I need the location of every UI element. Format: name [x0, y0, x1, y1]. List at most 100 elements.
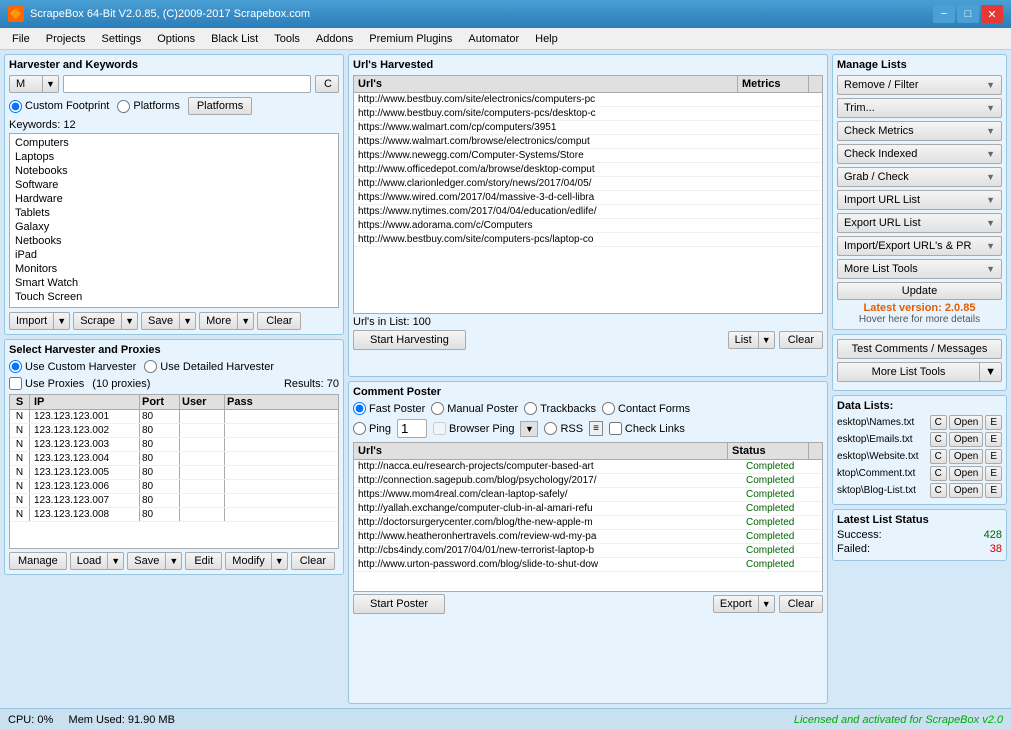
trackbacks-radio[interactable]: Trackbacks	[524, 402, 596, 415]
more-button-main[interactable]: More	[199, 312, 238, 330]
export-button-main[interactable]: Export	[713, 595, 759, 613]
more-list-tools-arrow[interactable]: ▼	[980, 362, 1002, 382]
save-proxies-button[interactable]: Save ▼	[127, 552, 182, 570]
url-row[interactable]: https://www.walmart.com/cp/computers/395…	[354, 121, 822, 135]
use-proxies-checkbox[interactable]: Use Proxies	[9, 377, 84, 390]
keyword-item[interactable]: Smart Watch	[12, 276, 336, 290]
manage-proxies-button[interactable]: Manage	[9, 552, 67, 570]
update-button[interactable]: Update	[837, 282, 1002, 300]
data-list-open-button[interactable]: Open	[949, 432, 983, 447]
remove-filter-button[interactable]: Remove / Filter▼	[837, 75, 1002, 95]
search-input[interactable]	[63, 75, 311, 93]
check-links-checkbox[interactable]: Check Links	[609, 422, 685, 435]
minimize-button[interactable]: −	[933, 5, 955, 23]
import-button-arrow[interactable]: ▼	[54, 312, 70, 330]
menu-help[interactable]: Help	[527, 31, 566, 47]
save-button[interactable]: Save ▼	[141, 312, 196, 330]
scrape-button-main[interactable]: Scrape	[73, 312, 122, 330]
export-button[interactable]: Export ▼	[713, 595, 775, 613]
keyword-item[interactable]: Laptops	[12, 150, 336, 164]
m-dropdown-main[interactable]: M	[9, 75, 43, 93]
more-button-arrow[interactable]: ▼	[238, 312, 254, 330]
menu-blacklist[interactable]: Black List	[203, 31, 266, 47]
save-proxies-main[interactable]: Save	[127, 552, 166, 570]
comment-url-row[interactable]: http://connection.sagepub.com/blog/psych…	[354, 474, 822, 488]
url-row[interactable]: https://www.newegg.com/Computer-Systems/…	[354, 149, 822, 163]
url-row[interactable]: http://www.clarionledger.com/story/news/…	[354, 177, 822, 191]
comment-url-row[interactable]: http://nacca.eu/research-projects/comput…	[354, 460, 822, 474]
menu-addons[interactable]: Addons	[308, 31, 361, 47]
clear-proxies-button[interactable]: Clear	[291, 552, 335, 570]
menu-options[interactable]: Options	[149, 31, 203, 47]
import-button-main[interactable]: Import	[9, 312, 54, 330]
ping-input[interactable]	[397, 419, 427, 438]
import-url-list-button[interactable]: Import URL List▼	[837, 190, 1002, 210]
m-dropdown[interactable]: M ▼	[9, 75, 59, 93]
save-button-arrow[interactable]: ▼	[180, 312, 196, 330]
url-row[interactable]: https://www.adorama.com/c/Computers	[354, 219, 822, 233]
keyword-item[interactable]: iPad	[12, 248, 336, 262]
keyword-item[interactable]: Galaxy	[12, 220, 336, 234]
url-row[interactable]: http://www.bestbuy.com/site/electronics/…	[354, 93, 822, 107]
keyword-item[interactable]: Software	[12, 178, 336, 192]
keyword-item[interactable]: Hardware	[12, 192, 336, 206]
keyword-item[interactable]: Netbooks	[12, 234, 336, 248]
keyword-item[interactable]: Notebooks	[12, 164, 336, 178]
check-metrics-button[interactable]: Check Metrics▼	[837, 121, 1002, 141]
data-list-e-button[interactable]: E	[985, 449, 1002, 464]
list-button-arrow[interactable]: ▼	[759, 331, 775, 349]
export-url-list-button[interactable]: Export URL List▼	[837, 213, 1002, 233]
export-button-arrow[interactable]: ▼	[759, 595, 775, 613]
comment-url-row[interactable]: http://doctorsurgerycenter.com/blog/the-…	[354, 516, 822, 530]
modify-proxies-button[interactable]: Modify ▼	[225, 552, 287, 570]
keyword-item[interactable]: Touch Screen	[12, 290, 336, 304]
data-list-open-button[interactable]: Open	[949, 483, 983, 498]
import-button[interactable]: Import ▼	[9, 312, 70, 330]
data-list-e-button[interactable]: E	[985, 415, 1002, 430]
clear-keywords-button[interactable]: Clear	[257, 312, 301, 330]
import-export-urls-button[interactable]: Import/Export URL's & PR▼	[837, 236, 1002, 256]
m-dropdown-arrow[interactable]: ▼	[43, 75, 59, 93]
maximize-button[interactable]: □	[957, 5, 979, 23]
url-list[interactable]: http://www.bestbuy.com/site/electronics/…	[354, 93, 822, 313]
data-list-c-button[interactable]: C	[930, 483, 947, 498]
more-list-tools-button[interactable]: More List Tools	[837, 362, 980, 382]
list-button[interactable]: List ▼	[728, 331, 775, 349]
modify-proxies-arrow[interactable]: ▼	[272, 552, 288, 570]
detailed-harvester-radio[interactable]: Use Detailed Harvester	[144, 360, 274, 373]
menu-projects[interactable]: Projects	[38, 31, 94, 47]
url-row[interactable]: http://www.bestbuy.com/site/computers-pc…	[354, 233, 822, 247]
load-proxies-main[interactable]: Load	[70, 552, 108, 570]
data-list-e-button[interactable]: E	[985, 483, 1002, 498]
comment-url-row[interactable]: http://cbs4indy.com/2017/04/01/new-terro…	[354, 544, 822, 558]
custom-footprint-radio[interactable]: Custom Footprint	[9, 100, 109, 113]
test-comments-button[interactable]: Test Comments / Messages	[837, 339, 1002, 359]
keyword-item[interactable]: Computers	[12, 136, 336, 150]
grab-check-button[interactable]: Grab / Check▼	[837, 167, 1002, 187]
keyword-item[interactable]: Monitors	[12, 262, 336, 276]
trim-button[interactable]: Trim...▼	[837, 98, 1002, 118]
rss-radio[interactable]: RSS	[544, 422, 583, 435]
start-harvesting-button[interactable]: Start Harvesting	[353, 330, 466, 350]
menu-automator[interactable]: Automator	[460, 31, 527, 47]
data-list-e-button[interactable]: E	[985, 432, 1002, 447]
ping-radio[interactable]: Ping	[353, 422, 391, 435]
data-list-c-button[interactable]: C	[930, 432, 947, 447]
c-button[interactable]: C	[315, 75, 339, 93]
load-proxies-arrow[interactable]: ▼	[108, 552, 124, 570]
more-list-tools-manage-button[interactable]: More List Tools▼	[837, 259, 1002, 279]
browser-ping-checkbox[interactable]: Browser Ping	[433, 422, 514, 435]
save-button-main[interactable]: Save	[141, 312, 180, 330]
custom-harvester-radio[interactable]: Use Custom Harvester	[9, 360, 136, 373]
scrape-button[interactable]: Scrape ▼	[73, 312, 138, 330]
menu-premium[interactable]: Premium Plugins	[361, 31, 460, 47]
data-list-c-button[interactable]: C	[930, 415, 947, 430]
url-row[interactable]: https://www.walmart.com/browse/electroni…	[354, 135, 822, 149]
start-poster-button[interactable]: Start Poster	[353, 594, 445, 614]
contact-forms-radio[interactable]: Contact Forms	[602, 402, 690, 415]
manual-poster-radio[interactable]: Manual Poster	[431, 402, 518, 415]
data-list-open-button[interactable]: Open	[949, 449, 983, 464]
platforms-radio[interactable]: Platforms	[117, 100, 179, 113]
data-list-c-button[interactable]: C	[930, 449, 947, 464]
comment-url-table[interactable]: Url's Status http://nacca.eu/research-pr…	[353, 442, 823, 592]
